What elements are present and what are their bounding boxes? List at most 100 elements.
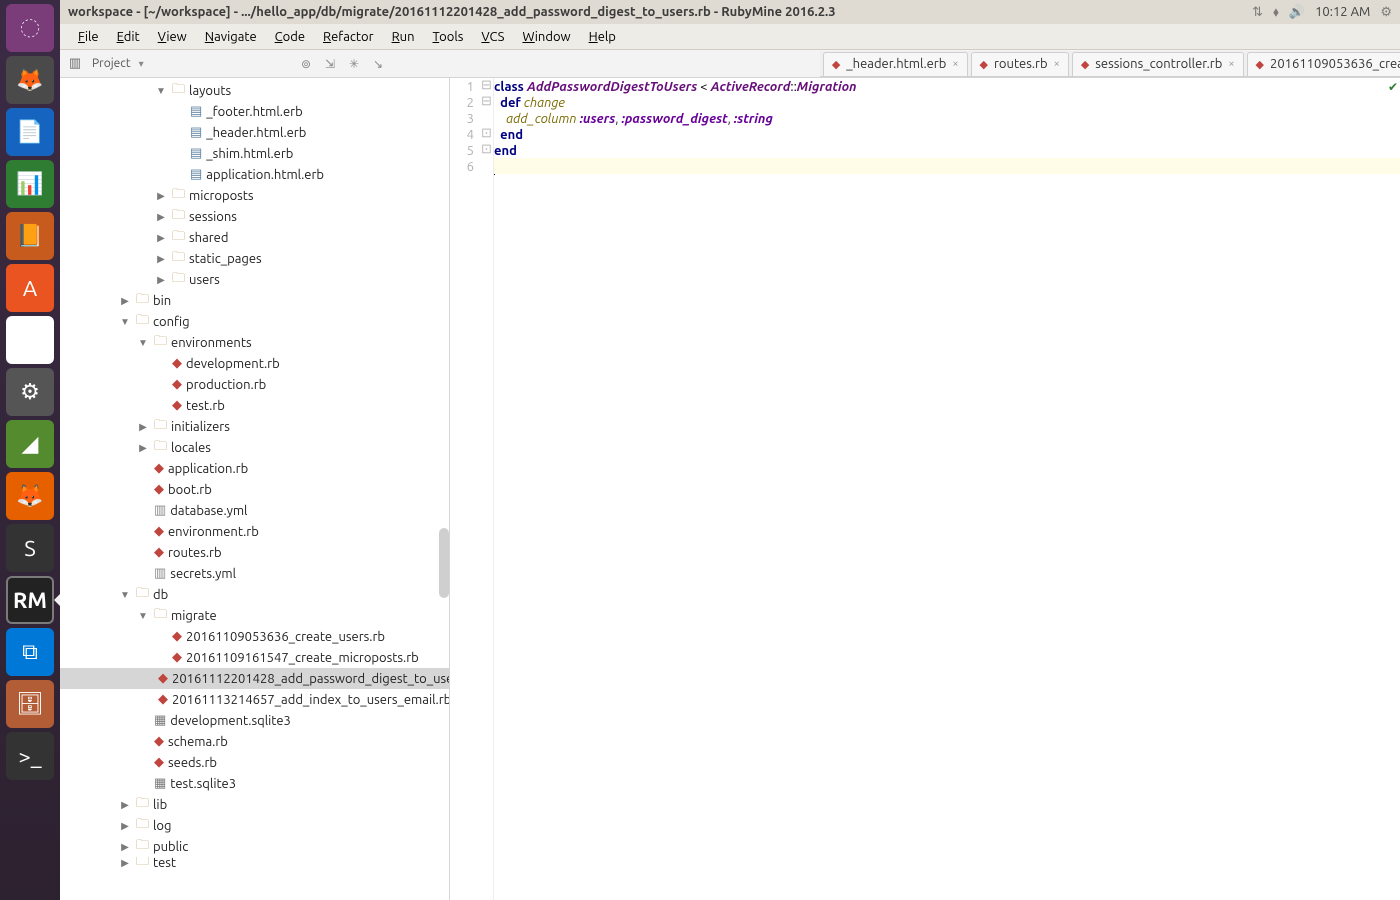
disclosure-triangle-icon[interactable]: ▶: [118, 295, 132, 307]
menu-file[interactable]: File: [70, 28, 107, 46]
code-editor[interactable]: 123456 ⊟⊟⊡⊡ class AddPasswordDigestToUse…: [450, 78, 1400, 900]
analysis-ok-icon[interactable]: ✔: [1388, 80, 1398, 94]
menu-edit[interactable]: Edit: [109, 28, 148, 46]
gear-icon[interactable]: ⚙: [1380, 5, 1392, 20]
hide-icon[interactable]: ↘: [370, 56, 386, 72]
fold-handle[interactable]: ⊟: [480, 78, 493, 94]
menu-code[interactable]: Code: [267, 28, 313, 46]
tree-folder[interactable]: ▶🗀 public: [60, 836, 449, 857]
tree-folder[interactable]: ▶🗀 log: [60, 815, 449, 836]
chevron-down-icon[interactable]: ▾: [139, 58, 174, 70]
tree-file[interactable]: ▤ application.html.erb: [60, 164, 449, 185]
menu-run[interactable]: Run: [384, 28, 423, 46]
disclosure-triangle-icon[interactable]: ▼: [118, 589, 132, 601]
tree-folder[interactable]: ▶🗀 lib: [60, 794, 449, 815]
editor-tab[interactable]: ◆_header.html.erb×: [823, 52, 968, 76]
tree-file[interactable]: ▥ secrets.yml: [60, 563, 449, 584]
disclosure-triangle-icon[interactable]: ▶: [118, 841, 132, 853]
disclosure-triangle-icon[interactable]: ▼: [154, 85, 168, 97]
launcher-tile[interactable]: RM: [6, 576, 54, 624]
collapse-icon[interactable]: ⇲: [322, 56, 338, 72]
tree-folder[interactable]: ▶🗀 static_pages: [60, 248, 449, 269]
disclosure-triangle-icon[interactable]: ▶: [136, 421, 150, 433]
code-area[interactable]: class AddPasswordDigestToUsers < ActiveR…: [494, 78, 1400, 900]
settings-icon[interactable]: ✳: [346, 56, 362, 72]
menu-navigate[interactable]: Navigate: [197, 28, 265, 46]
disclosure-triangle-icon[interactable]: ▶: [118, 820, 132, 832]
fold-handle[interactable]: [480, 110, 493, 126]
menu-tools[interactable]: Tools: [425, 28, 472, 46]
tree-folder[interactable]: ▶🗀 sessions: [60, 206, 449, 227]
disclosure-triangle-icon[interactable]: ▶: [136, 442, 150, 454]
disclosure-triangle-icon[interactable]: ▼: [118, 316, 132, 328]
tree-file[interactable]: ▥ database.yml: [60, 500, 449, 521]
disclosure-triangle-icon[interactable]: ▶: [118, 857, 132, 869]
locate-icon[interactable]: ⊚: [298, 56, 314, 72]
menu-help[interactable]: Help: [581, 28, 624, 46]
tree-file[interactable]: ◆ schema.rb: [60, 731, 449, 752]
launcher-tile[interactable]: S: [6, 524, 54, 572]
menu-vcs[interactable]: VCS: [473, 28, 512, 46]
launcher-tile[interactable]: 🦊: [6, 56, 54, 104]
launcher-tile[interactable]: 📙: [6, 212, 54, 260]
disclosure-triangle-icon[interactable]: ▶: [118, 799, 132, 811]
tree-file[interactable]: ◆ boot.rb: [60, 479, 449, 500]
launcher-tile[interactable]: 🗄: [6, 680, 54, 728]
tree-file[interactable]: ◆ 20161109053636_create_users.rb: [60, 626, 449, 647]
tree-folder[interactable]: ▶🗀 initializers: [60, 416, 449, 437]
project-icon[interactable]: ▥: [66, 55, 84, 73]
launcher-tile[interactable]: 📊: [6, 160, 54, 208]
fold-handle[interactable]: ⊡: [480, 126, 493, 142]
tree-folder[interactable]: ▼🗀 layouts: [60, 80, 449, 101]
tree-file[interactable]: ◆ test.rb: [60, 395, 449, 416]
close-icon[interactable]: ×: [1054, 58, 1060, 70]
tree-file[interactable]: ◆ environment.rb: [60, 521, 449, 542]
project-tree[interactable]: ▼🗀 layouts▤ _footer.html.erb▤ _header.ht…: [60, 78, 449, 900]
launcher-tile[interactable]: a: [6, 316, 54, 364]
disclosure-triangle-icon[interactable]: ▶: [154, 232, 168, 244]
fold-handle[interactable]: ⊟: [480, 94, 493, 110]
tree-file[interactable]: ◆ development.rb: [60, 353, 449, 374]
tree-file[interactable]: ◆ 20161109161547_create_microposts.rb: [60, 647, 449, 668]
tree-folder[interactable]: ▶🗀 microposts: [60, 185, 449, 206]
tree-folder[interactable]: ▶🗀 locales: [60, 437, 449, 458]
tree-file[interactable]: ▤ _shim.html.erb: [60, 143, 449, 164]
menu-refactor[interactable]: Refactor: [315, 28, 382, 46]
editor-tab[interactable]: ◆20161109053636_create_users.rb×: [1247, 52, 1400, 76]
editor-tab[interactable]: ◆routes.rb×: [971, 52, 1069, 76]
fold-handle[interactable]: [480, 158, 493, 174]
project-tool-label[interactable]: Project: [88, 57, 135, 70]
tree-file[interactable]: ▤ _header.html.erb: [60, 122, 449, 143]
editor-tab[interactable]: ◆sessions_controller.rb×: [1072, 52, 1244, 76]
tree-folder[interactable]: ▶🗀 users: [60, 269, 449, 290]
launcher-tile[interactable]: 📄: [6, 108, 54, 156]
disclosure-triangle-icon[interactable]: ▼: [136, 610, 150, 622]
tree-file[interactable]: ◆ application.rb: [60, 458, 449, 479]
fold-handle[interactable]: ⊡: [480, 142, 493, 158]
tree-folder[interactable]: ▼🗀 environments: [60, 332, 449, 353]
tree-file[interactable]: ▦ test.sqlite3: [60, 773, 449, 794]
disclosure-triangle-icon[interactable]: ▶: [154, 253, 168, 265]
disclosure-triangle-icon[interactable]: ▶: [154, 211, 168, 223]
fold-gutter[interactable]: ⊟⊟ ⊡⊡: [480, 78, 494, 900]
close-icon[interactable]: ×: [952, 58, 958, 70]
disclosure-triangle-icon[interactable]: ▶: [154, 190, 168, 202]
clock[interactable]: 10:12 AM: [1315, 5, 1370, 19]
tree-folder[interactable]: ▼🗀 migrate: [60, 605, 449, 626]
tree-file[interactable]: ◆ routes.rb: [60, 542, 449, 563]
scrollbar-thumb[interactable]: [439, 528, 449, 598]
tree-folder[interactable]: ▶🗀 shared: [60, 227, 449, 248]
close-icon[interactable]: ×: [1228, 58, 1234, 70]
tree-file[interactable]: ▦ development.sqlite3: [60, 710, 449, 731]
tree-file[interactable]: ◆ 20161112201428_add_password_digest_to_…: [60, 668, 449, 689]
launcher-tile[interactable]: A: [6, 264, 54, 312]
tree-file[interactable]: ◆ 20161113214657_add_index_to_users_emai…: [60, 689, 449, 710]
tree-file[interactable]: ◆ production.rb: [60, 374, 449, 395]
launcher-tile[interactable]: ⧉: [6, 628, 54, 676]
tree-file[interactable]: ▤ _footer.html.erb: [60, 101, 449, 122]
disclosure-triangle-icon[interactable]: ▶: [154, 274, 168, 286]
launcher-tile[interactable]: >_: [6, 732, 54, 780]
launcher-tile[interactable]: 🦊: [6, 472, 54, 520]
launcher-tile[interactable]: ◌: [6, 4, 54, 52]
launcher-tile[interactable]: ⚙: [6, 368, 54, 416]
